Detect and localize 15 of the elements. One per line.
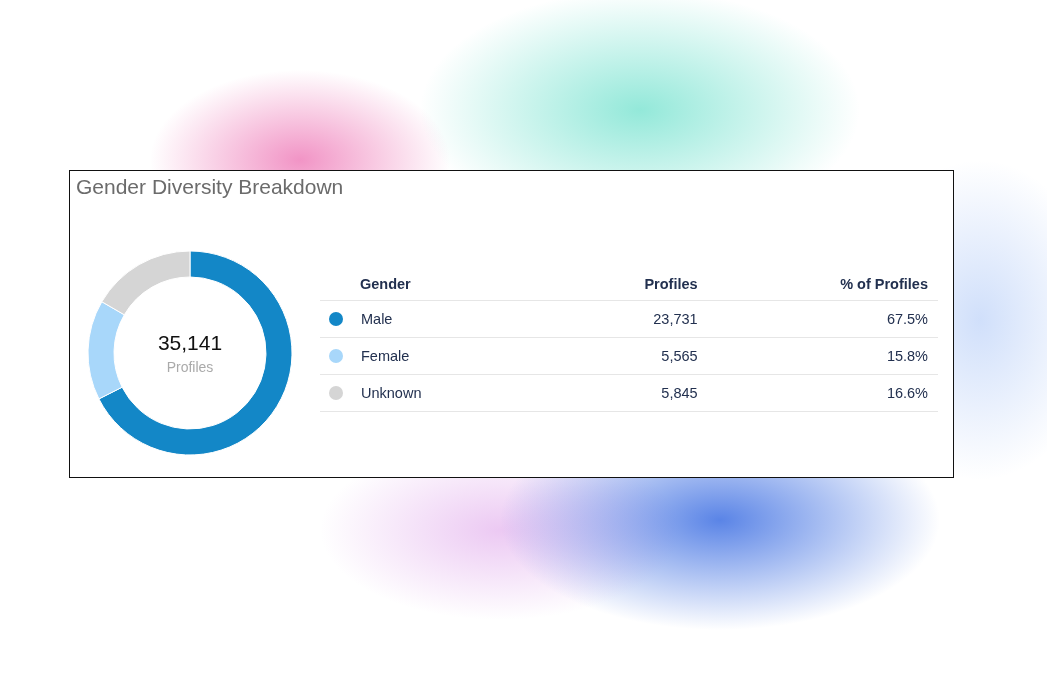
table-cell: 15.8% [707,337,938,375]
table-cell: 67.5% [707,300,938,338]
column-header: Profiles [558,268,708,301]
total-count: 35,141 [157,331,223,355]
table-cell: 5,845 [558,374,708,412]
total-label: Profiles [166,359,214,375]
table-cell: 16.6% [707,374,938,412]
table-cell: 5,565 [558,337,708,375]
column-header: Gender [320,268,559,301]
column-header: % of Profiles [707,268,938,301]
table-cell: Unknown [361,385,422,401]
card-title: Gender Diversity Breakdown [76,175,345,199]
table-cell: Female [361,348,410,364]
table-cell: Male [361,311,393,327]
table-cell: 23,731 [558,300,708,338]
